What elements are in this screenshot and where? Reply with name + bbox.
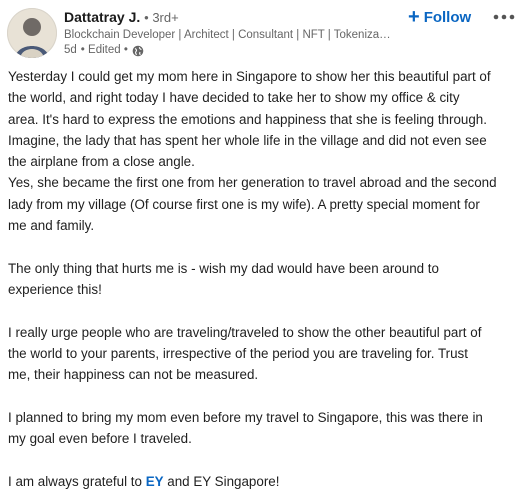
post-line: the world to your parents, irrespective … — [8, 345, 468, 361]
post-line: lady from my village (Of course first on… — [8, 196, 480, 212]
more-options-icon — [493, 14, 515, 20]
follow-label: Follow — [423, 8, 472, 26]
ey-mention-link[interactable]: EY — [146, 474, 164, 489]
author-name[interactable]: Dattatray J. — [64, 9, 140, 25]
plus-icon: + — [408, 6, 420, 28]
avatar[interactable] — [7, 8, 57, 58]
author-info: Dattatray J. • 3rd+ Blockchain Developer… — [64, 8, 394, 58]
post-meta: 5d • Edited • — [64, 43, 394, 58]
post-body: Yesterday I could get my mom here in Sin… — [8, 66, 518, 492]
post-line: the world, and right today I have decide… — [8, 90, 460, 106]
avatar-icon — [15, 18, 49, 58]
post-line: me, their happiness can not be measured. — [8, 367, 259, 383]
post-line: Yesterday I could get my mom here in Sin… — [8, 69, 491, 84]
grateful-text-end: and EY Singapore! — [163, 473, 280, 489]
post-line: the airplane from a close angle. — [8, 154, 195, 170]
post-line: The only thing that hurts me is - wish m… — [8, 260, 439, 276]
post-line: experience this! — [8, 281, 102, 297]
follow-button[interactable]: + Follow — [408, 6, 471, 28]
post-header: Dattatray J. • 3rd+ Blockchain Developer… — [0, 0, 524, 62]
author-name-line: Dattatray J. • 3rd+ — [64, 8, 394, 27]
post-line: Yes, she became the first one from her g… — [8, 175, 497, 191]
globe-icon — [132, 45, 144, 56]
post-line: I planned to bring my mom even before my… — [8, 409, 483, 425]
connection-degree: • 3rd+ — [144, 10, 179, 25]
post-line: area. It's hard to express the emotions … — [8, 111, 487, 127]
post-line-last: I am always grateful to EY and EY Singap… — [8, 471, 518, 492]
author-headline: Blockchain Developer | Architect | Consu… — [64, 29, 392, 41]
edited-label: • Edited • — [80, 44, 128, 56]
post-line: Imagine, the lady that has spent her who… — [8, 132, 487, 148]
feed-post: Dattatray J. • 3rd+ Blockchain Developer… — [0, 0, 524, 489]
post-line: I really urge people who are traveling/t… — [8, 324, 482, 340]
grateful-text: I am always grateful to — [8, 473, 146, 489]
post-line: my goal even before I traveled. — [8, 431, 192, 447]
post-time: 5d — [64, 44, 77, 56]
more-options-button[interactable] — [490, 8, 518, 26]
post-line: me and family. — [8, 218, 95, 234]
